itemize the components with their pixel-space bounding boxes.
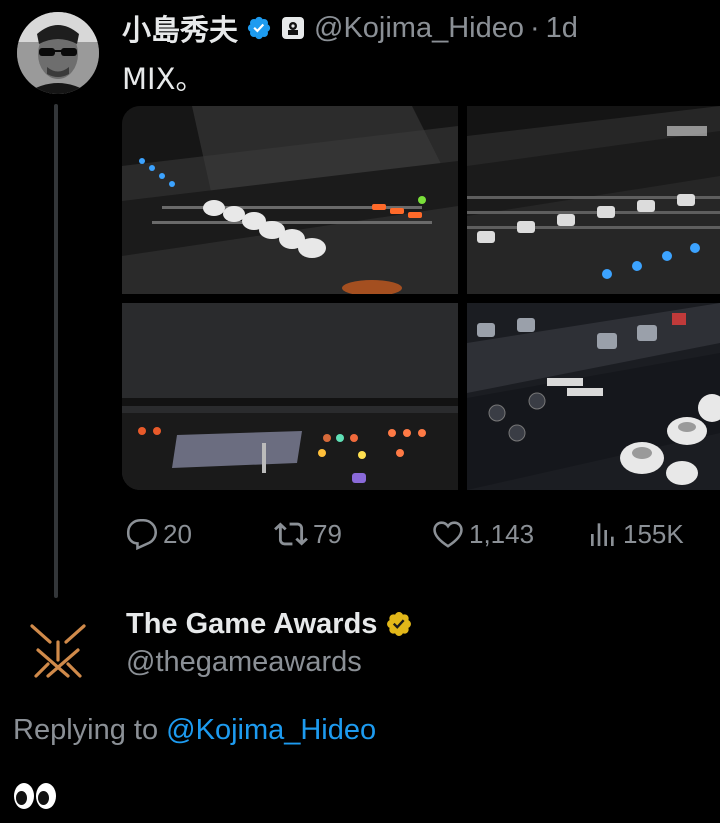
- verified-badge-icon: [247, 16, 271, 40]
- reply-author-display-name[interactable]: The Game Awards: [126, 608, 377, 641]
- author-display-name[interactable]: 小島秀夫: [122, 7, 238, 49]
- tweet-header: 小島秀夫 @Kojima_Hideo · 1d: [122, 8, 578, 48]
- reply-count: 20: [163, 518, 192, 549]
- media-photo-2[interactable]: [467, 106, 720, 294]
- author-avatar[interactable]: [17, 12, 99, 94]
- views-chart-icon: [591, 523, 614, 546]
- affiliate-badge-icon[interactable]: [282, 17, 305, 39]
- reply-header: The Game Awards: [126, 604, 413, 644]
- gold-verified-badge-icon: [387, 612, 412, 636]
- tweet-actions: 20 79 1,143 155K: [125, 512, 720, 556]
- mixing-console-faders-photo: [122, 106, 458, 294]
- views-button[interactable]: 155K: [587, 512, 684, 556]
- heart-icon: [433, 521, 463, 548]
- the-game-awards-logo-icon[interactable]: [28, 620, 88, 680]
- replying-to-label: Replying to: [13, 714, 159, 746]
- meta-separator: ·: [530, 11, 540, 44]
- author-handle[interactable]: @Kojima_Hideo: [314, 12, 524, 45]
- media-photo-3[interactable]: [122, 303, 458, 490]
- mixing-console-overview-photo: [467, 106, 720, 294]
- media-photo-4[interactable]: [467, 303, 720, 490]
- avatar-photo-icon: [17, 12, 99, 94]
- console-lit-buttons-photo: [122, 303, 458, 490]
- reply-author-handle[interactable]: @thegameawards: [126, 646, 362, 679]
- reply-button[interactable]: 20: [125, 512, 192, 556]
- like-count: 1,143: [469, 518, 535, 549]
- tweet-text: MIX。: [122, 62, 205, 96]
- replying-to-mention-link[interactable]: @Kojima_Hideo: [166, 714, 376, 746]
- like-button[interactable]: 1,143: [431, 512, 534, 556]
- thread-connector-line: [54, 104, 58, 598]
- retweet-icon: [274, 522, 308, 546]
- eye-left-icon: [14, 783, 34, 809]
- retweet-count: 79: [313, 518, 342, 549]
- reply-icon: [126, 518, 158, 551]
- replying-to-line: Replying to @Kojima_Hideo: [13, 714, 376, 747]
- eyes-emoji: [14, 780, 58, 812]
- views-count: 155K: [623, 518, 684, 549]
- rack-knobs-photo: [467, 303, 720, 490]
- retweet-button[interactable]: 79: [273, 512, 342, 556]
- media-photo-1[interactable]: [122, 106, 458, 294]
- media-grid: [122, 106, 720, 490]
- tweet-timestamp[interactable]: 1d: [546, 12, 578, 45]
- eye-right-icon: [36, 783, 56, 809]
- kojima-productions-logo-icon: [285, 20, 302, 36]
